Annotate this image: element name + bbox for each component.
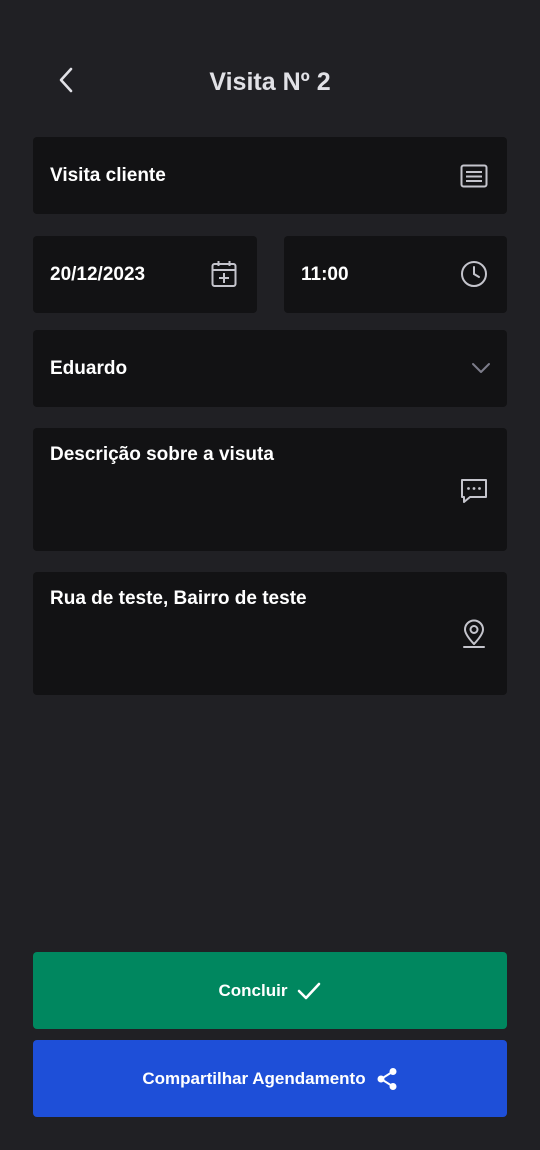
- date-field[interactable]: 20/12/2023: [33, 236, 257, 313]
- chevron-left-icon: [57, 66, 75, 99]
- list-lines-icon: [459, 161, 489, 191]
- address-value: Rua de teste, Bairro de teste: [50, 588, 307, 609]
- chevron-down-icon: [469, 356, 493, 380]
- visit-title-field[interactable]: Visita cliente: [33, 137, 507, 214]
- header: Visita Nº 2: [0, 52, 540, 112]
- visit-title-value: Visita cliente: [50, 165, 166, 186]
- map-pin-icon: [459, 619, 489, 649]
- chat-bubble-icon: [459, 476, 489, 506]
- description-value: Descrição sobre a visuta: [50, 444, 274, 465]
- back-button[interactable]: [44, 58, 88, 106]
- calendar-plus-icon[interactable]: [209, 259, 239, 289]
- description-field[interactable]: Descrição sobre a visuta: [33, 428, 507, 551]
- check-icon: [297, 981, 321, 1001]
- conclude-button-label: Concluir: [218, 980, 288, 1000]
- time-field[interactable]: 11:00: [284, 236, 507, 313]
- conclude-button[interactable]: Concluir: [33, 952, 507, 1029]
- clock-icon[interactable]: [459, 259, 489, 289]
- client-select[interactable]: Eduardo: [33, 330, 507, 407]
- address-field[interactable]: Rua de teste, Bairro de teste: [33, 572, 507, 695]
- share-schedule-button[interactable]: Compartilhar Agendamento: [33, 1040, 507, 1117]
- share-icon: [376, 1067, 398, 1091]
- time-value: 11:00: [301, 264, 349, 285]
- share-schedule-button-label: Compartilhar Agendamento: [142, 1068, 366, 1088]
- client-value: Eduardo: [50, 358, 128, 379]
- date-value: 20/12/2023: [50, 264, 146, 285]
